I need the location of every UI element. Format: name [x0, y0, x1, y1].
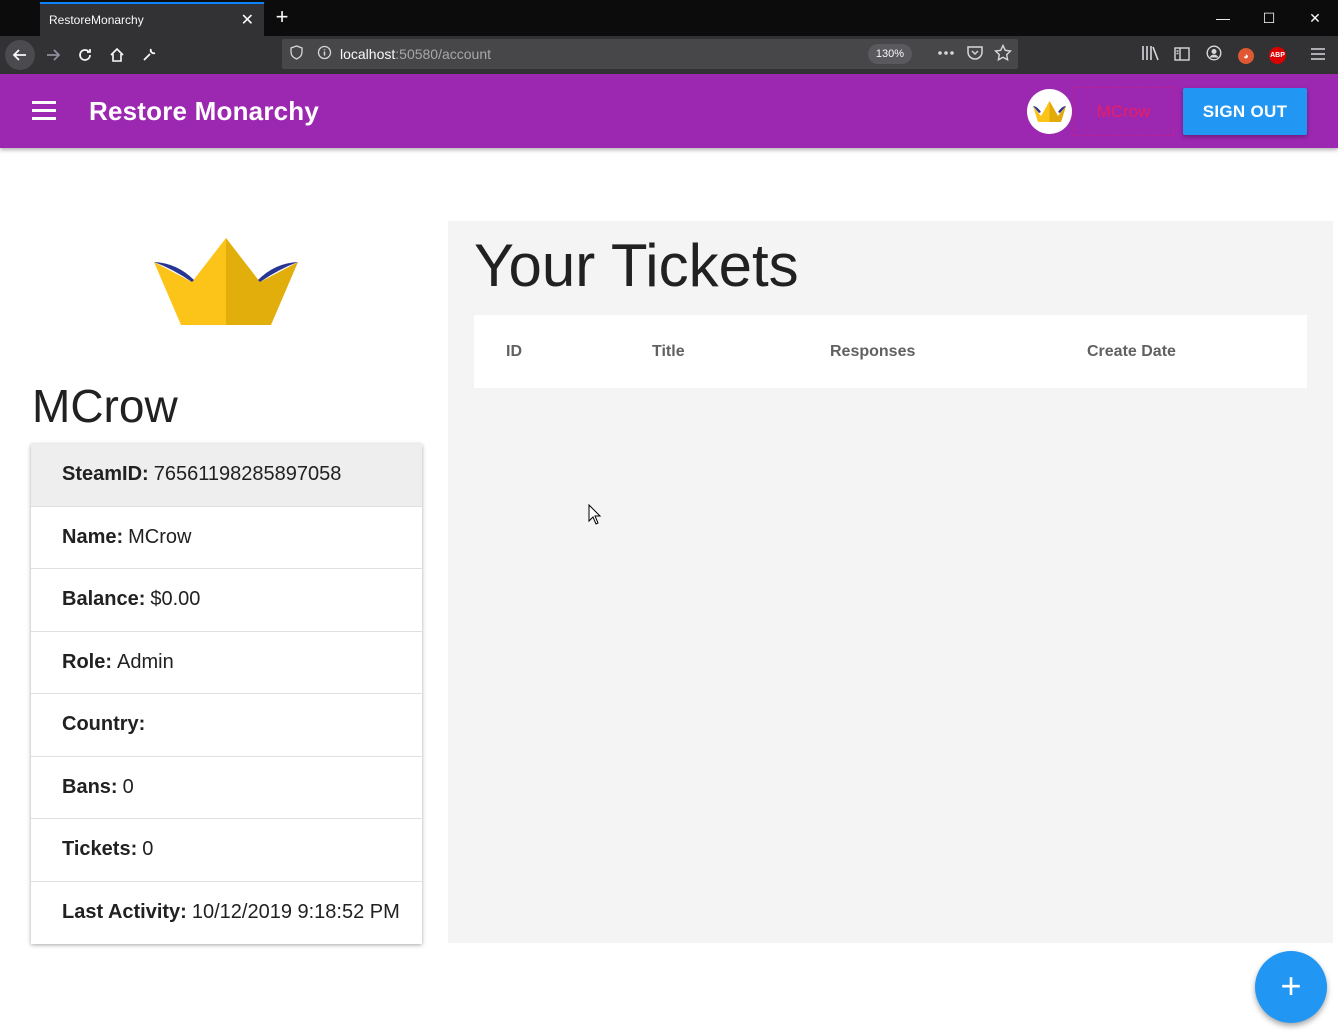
- tab-close-icon[interactable]: ✕: [241, 10, 254, 30]
- info-value: 0: [122, 775, 134, 798]
- sidebar-toggle-icon[interactable]: [1171, 45, 1193, 67]
- zoom-level-badge[interactable]: 130%: [868, 44, 912, 64]
- info-row-balance[interactable]: Balance: $0.00: [31, 569, 422, 632]
- info-label: Role:: [62, 650, 112, 673]
- info-value: MCrow: [128, 525, 192, 548]
- account-icon[interactable]: [1203, 45, 1225, 67]
- info-value: $0.00: [150, 588, 201, 611]
- info-value: 10/12/2019 9:18:52 PM: [191, 901, 400, 924]
- window-close-button[interactable]: ✕: [1292, 6, 1338, 30]
- browser-tab[interactable]: RestoreMonarchy ✕: [40, 2, 264, 36]
- browser-menu-icon[interactable]: [1307, 45, 1329, 67]
- mouse-cursor-icon: [588, 504, 602, 525]
- info-label: Name:: [62, 525, 124, 548]
- browser-tabbar: RestoreMonarchy ✕ + — ☐ ✕: [0, 0, 1338, 36]
- home-button[interactable]: [102, 40, 132, 70]
- sign-out-button[interactable]: SIGN OUT: [1183, 88, 1307, 135]
- duckduckgo-extension-icon[interactable]: ◕: [1238, 48, 1254, 64]
- browser-toolbar: localhost:50580/account 130% ◕ ABP: [0, 36, 1338, 74]
- new-tab-button[interactable]: +: [270, 4, 294, 30]
- crown-logo: [151, 236, 301, 328]
- info-label: Bans:: [62, 775, 118, 798]
- info-row-bans[interactable]: Bans: 0: [31, 757, 422, 819]
- library-icon[interactable]: [1139, 45, 1161, 67]
- add-ticket-button[interactable]: +: [1255, 951, 1327, 1023]
- window-maximize-button[interactable]: ☐: [1246, 6, 1292, 30]
- profile-info-list: SteamID: 76561198285897058 Name: MCrow Bal…: [31, 444, 422, 944]
- user-profile-button[interactable]: MCrow: [1073, 87, 1174, 136]
- column-header-create-date[interactable]: Create Date: [1087, 343, 1176, 361]
- info-row-country[interactable]: Country:: [31, 694, 422, 757]
- hamburger-menu-icon[interactable]: [32, 101, 56, 121]
- column-header-id[interactable]: ID: [506, 343, 522, 361]
- info-row-role[interactable]: Role: Admin: [31, 632, 422, 694]
- info-value: 0: [142, 838, 154, 861]
- back-button[interactable]: [5, 40, 35, 70]
- info-row-last-activity[interactable]: Last Activity: 10/12/2019 9:18:52 PM: [31, 882, 422, 945]
- info-label: Country:: [62, 713, 146, 736]
- address-bar[interactable]: localhost:50580/account 130%: [282, 39, 1018, 69]
- info-value: Admin: [117, 650, 174, 673]
- info-row-name[interactable]: Name: MCrow: [31, 507, 422, 569]
- tab-title: RestoreMonarchy: [49, 13, 144, 27]
- url-path: :50580/account: [395, 46, 492, 62]
- reload-button[interactable]: [70, 40, 100, 70]
- avatar[interactable]: [1027, 89, 1072, 134]
- url-text: localhost:50580/account: [340, 46, 491, 62]
- info-label: SteamID:: [62, 463, 149, 486]
- column-header-responses[interactable]: Responses: [830, 343, 915, 361]
- tickets-title: Your Tickets: [474, 232, 799, 299]
- crown-icon: [154, 238, 298, 325]
- info-row-steamid[interactable]: SteamID: 76561198285897058: [31, 444, 422, 507]
- customize-wrench-button[interactable]: [134, 40, 164, 70]
- info-value: 76561198285897058: [153, 463, 342, 486]
- wrench-icon: [143, 48, 156, 61]
- bookmark-star-icon[interactable]: [993, 43, 1013, 66]
- column-header-title[interactable]: Title: [652, 343, 685, 361]
- info-label: Last Activity:: [62, 901, 187, 924]
- profile-username: MCrow: [32, 380, 178, 432]
- app-header: Restore Monarchy MCrow SIGN OUT: [0, 74, 1338, 148]
- app-title[interactable]: Restore Monarchy: [89, 96, 319, 127]
- url-host: localhost: [340, 46, 396, 62]
- forward-button[interactable]: [38, 40, 68, 70]
- site-info-icon[interactable]: [317, 45, 332, 63]
- forward-arrow-icon: [47, 49, 61, 61]
- reload-icon: [79, 49, 91, 61]
- tracking-shield-icon[interactable]: [290, 45, 303, 63]
- window-minimize-button[interactable]: —: [1200, 6, 1246, 30]
- info-row-tickets[interactable]: Tickets: 0: [31, 819, 422, 882]
- info-label: Balance:: [62, 588, 146, 611]
- back-arrow-icon: [12, 49, 26, 61]
- info-label: Tickets:: [62, 838, 138, 861]
- tickets-panel: Your Tickets ID Title Responses Create D…: [448, 221, 1333, 943]
- home-icon: [110, 47, 124, 62]
- page-actions-icon[interactable]: [937, 44, 955, 66]
- pocket-icon[interactable]: [966, 44, 984, 66]
- adblock-extension-icon[interactable]: ABP: [1269, 47, 1286, 64]
- crown-logo-icon: [1033, 101, 1066, 122]
- tickets-table: ID Title Responses Create Date: [474, 315, 1307, 388]
